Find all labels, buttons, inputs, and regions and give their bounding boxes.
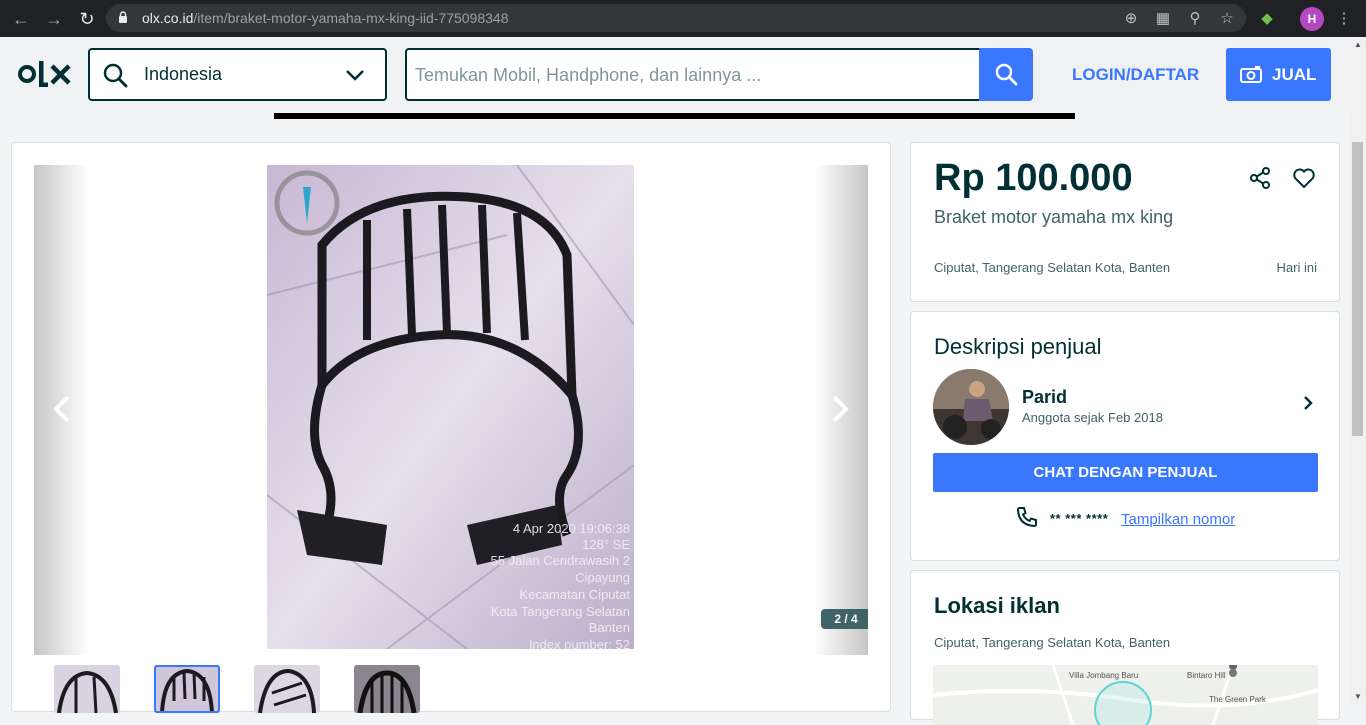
share-icon[interactable] <box>1248 166 1272 190</box>
show-phone-number-link[interactable]: Tampilkan nomor <box>1121 511 1235 528</box>
address-bar[interactable]: olx.co.id/item/braket-motor-yamaha-mx-ki… <box>106 4 1246 32</box>
search-button[interactable] <box>979 48 1033 101</box>
thumbnail[interactable] <box>354 665 420 713</box>
thumbnail-image <box>354 665 420 713</box>
masked-phone-number: ** *** **** <box>1050 511 1109 526</box>
lock-icon <box>119 11 127 23</box>
previous-image-arrow[interactable] <box>48 389 78 429</box>
thumbnail-image <box>54 665 120 713</box>
ad-location: Ciputat, Tangerang Selatan Kota, Banten <box>934 635 1171 650</box>
forward-icon[interactable]: → <box>42 7 66 31</box>
seller-card: Deskripsi penjual Parid Anggota sejak Fe… <box>910 311 1340 561</box>
site-header: Indonesia LOGIN/DAFTAR JUAL <box>0 37 1350 113</box>
thumbnail[interactable] <box>54 665 120 713</box>
chevron-down-icon <box>346 70 364 81</box>
menu-dots-icon[interactable]: ⋮ <box>1332 7 1356 31</box>
location-map[interactable]: Villa Jombang Baru Bintaro Hill The Gree… <box>933 665 1318 725</box>
photo-overlay-text: Banten <box>589 620 630 635</box>
photo-overlay-text: Kecamatan Ciputat <box>519 587 630 602</box>
listing-title: Braket motor yamaha mx king <box>934 207 1174 227</box>
photo-overlay-text: 55 Jalan Cendrawasih 2 <box>491 553 630 568</box>
thumbnail[interactable] <box>254 665 320 713</box>
favorite-heart-icon[interactable] <box>1292 166 1316 190</box>
camera-icon <box>1240 66 1262 83</box>
image-viewer[interactable]: 4 Apr 2020 19:06:38 128° SE 55 Jalan Cen… <box>34 165 868 655</box>
thumbnail-image <box>254 665 320 713</box>
scroll-down-arrow[interactable]: ▼ <box>1350 689 1366 705</box>
back-icon[interactable]: ← <box>9 7 33 31</box>
image-gallery: 4 Apr 2020 19:06:38 128° SE 55 Jalan Cen… <box>11 142 891 713</box>
photo-overlay-text: 128° SE <box>582 537 630 552</box>
translate-icon[interactable]: ▦ <box>1151 7 1175 31</box>
photo-overlay-text: Kota Tangerang Selatan <box>491 604 630 619</box>
seller-member-since: Anggota sejak Feb 2018 <box>1022 410 1163 425</box>
avatar-image <box>933 369 1009 445</box>
image-counter: 2 / 4 <box>821 609 868 629</box>
chat-with-seller-button[interactable]: CHAT DENGAN PENJUAL <box>933 453 1318 492</box>
listing-location: Ciputat, Tangerang Selatan Kota, Banten <box>934 260 1171 275</box>
thumbnail-active[interactable] <box>154 665 220 713</box>
browser-toolbar: ← → ↻ olx.co.id/item/braket-motor-yamaha… <box>0 0 1366 37</box>
thumbnail-image <box>154 665 220 713</box>
seller-name[interactable]: Parid <box>1022 387 1067 408</box>
sell-label: JUAL <box>1272 65 1317 84</box>
add-icon[interactable]: ⊕ <box>1119 7 1143 31</box>
next-image-arrow[interactable] <box>824 389 854 429</box>
location-card: Lokasi iklan Ciputat, Tangerang Selatan … <box>910 570 1340 725</box>
listing-date: Hari ini <box>1276 260 1317 275</box>
product-photo[interactable]: 4 Apr 2020 19:06:38 128° SE 55 Jalan Cen… <box>267 165 634 649</box>
location-value: Indonesia <box>144 64 223 84</box>
photo-overlay-text: Index number: 52 <box>529 637 630 649</box>
chevron-right-icon[interactable] <box>1301 394 1315 412</box>
sell-button[interactable]: JUAL <box>1226 48 1331 101</box>
scrollbar-thumb[interactable] <box>1352 142 1363 436</box>
search-icon <box>995 63 1018 86</box>
ad-banner <box>274 113 1075 119</box>
photo-overlay-text: Cipayung <box>575 570 630 585</box>
map-label: Bintaro Hill <box>1187 671 1226 680</box>
phone-icon <box>1016 507 1037 528</box>
listing-price: Rp 100.000 <box>934 157 1133 199</box>
scroll-up-arrow[interactable]: ▲ <box>1350 37 1366 53</box>
profile-avatar[interactable]: H <box>1300 7 1324 31</box>
map-label: The Green Park <box>1209 695 1266 704</box>
search-field[interactable] <box>405 48 981 101</box>
bookmark-star-icon[interactable]: ☆ <box>1215 7 1239 31</box>
extension-icon[interactable]: ◆ <box>1255 7 1279 31</box>
photo-overlay-text: 4 Apr 2020 19:06:38 <box>513 521 630 536</box>
reload-icon[interactable]: ↻ <box>75 7 99 31</box>
seller-section-title: Deskripsi penjual <box>934 334 1102 359</box>
seller-avatar[interactable] <box>933 369 1009 445</box>
map-label: Villa Jombang Baru <box>1069 671 1139 680</box>
login-register-link[interactable]: LOGIN/DAFTAR <box>1072 65 1199 85</box>
search-icon <box>103 63 128 88</box>
location-section-title: Lokasi iklan <box>934 593 1060 618</box>
price-card: Rp 100.000 Braket motor yamaha mx king C… <box>910 142 1340 302</box>
location-selector[interactable]: Indonesia <box>88 48 387 101</box>
search-input[interactable] <box>415 62 965 88</box>
url-text: olx.co.id/item/braket-motor-yamaha-mx-ki… <box>142 10 509 26</box>
zoom-icon[interactable]: ⚲ <box>1183 7 1207 31</box>
olx-logo[interactable] <box>18 57 72 91</box>
